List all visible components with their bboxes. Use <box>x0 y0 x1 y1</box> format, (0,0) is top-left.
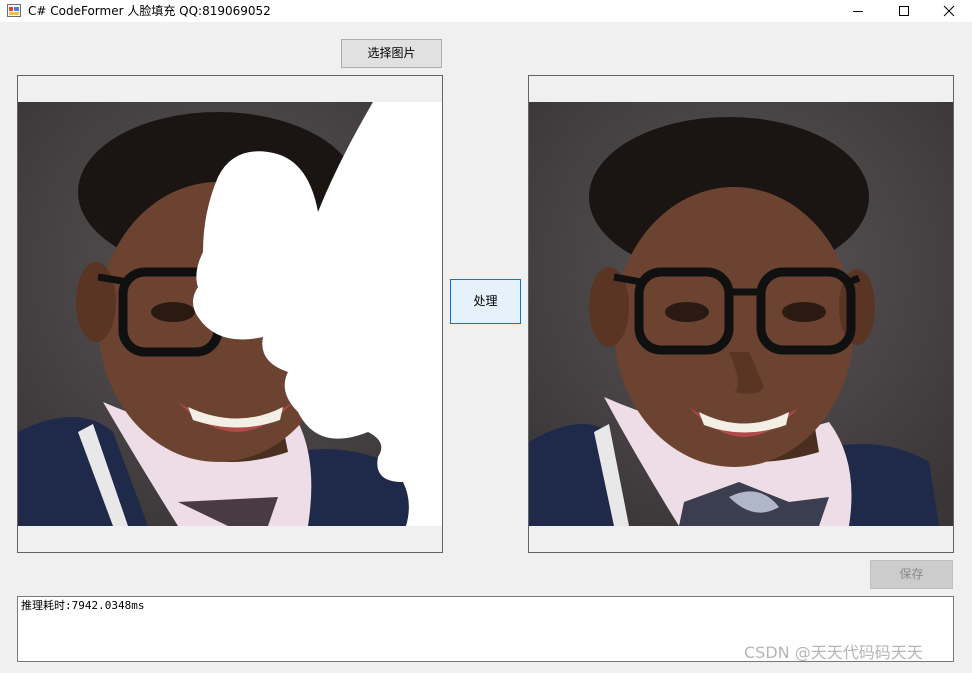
input-image-box <box>17 75 443 553</box>
output-image-box <box>528 75 954 553</box>
close-icon <box>943 5 955 17</box>
app-icon <box>7 4 21 17</box>
save-button[interactable]: 保存 <box>870 560 953 589</box>
maximize-icon <box>899 6 909 16</box>
input-photo <box>18 102 442 526</box>
watermark: CSDN @天天代码码天天 <box>744 643 923 662</box>
output-photo <box>529 102 953 526</box>
maximize-button[interactable] <box>881 0 927 22</box>
minimize-icon <box>853 11 863 12</box>
select-image-button[interactable]: 选择图片 <box>341 39 442 68</box>
inference-time-text: 推理耗时:7942.0348ms <box>21 599 145 612</box>
process-button[interactable]: 处理 <box>450 279 521 324</box>
minimize-button[interactable] <box>835 0 881 22</box>
window-title: C# CodeFormer 人脸填充 QQ:819069052 <box>28 4 271 18</box>
title-bar: C# CodeFormer 人脸填充 QQ:819069052 <box>0 0 972 22</box>
close-button[interactable] <box>926 0 972 22</box>
